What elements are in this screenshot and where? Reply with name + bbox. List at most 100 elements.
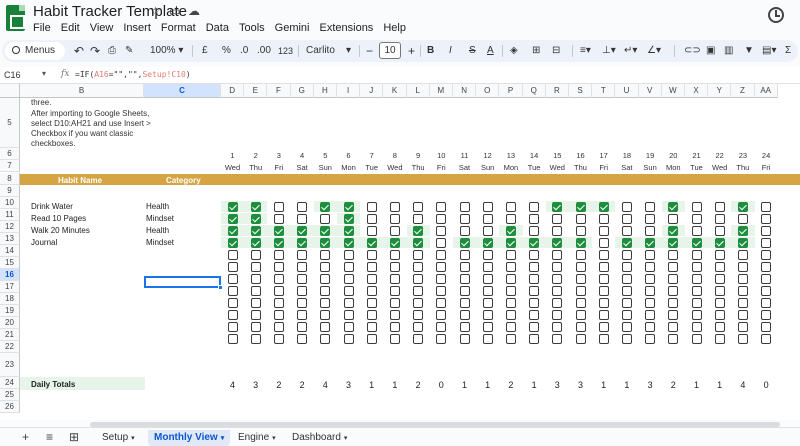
empty-checkbox[interactable] <box>737 262 748 272</box>
row-header-14[interactable]: 14 <box>0 245 20 257</box>
column-header-x[interactable]: X <box>685 84 709 98</box>
empty-checkbox[interactable] <box>552 286 563 296</box>
menu-edit[interactable]: Edit <box>61 22 80 34</box>
empty-checkbox[interactable] <box>436 274 447 284</box>
habit-checkbox[interactable] <box>621 214 632 224</box>
empty-checkbox[interactable] <box>668 274 679 284</box>
decrease-font-size-button[interactable]: − <box>366 44 373 58</box>
habit-checkbox[interactable] <box>459 238 470 248</box>
habit-checkbox[interactable] <box>714 238 725 248</box>
empty-checkbox[interactable] <box>621 334 632 344</box>
column-header-k[interactable]: K <box>383 84 407 98</box>
habit-checkbox[interactable] <box>343 226 354 236</box>
empty-checkbox[interactable] <box>343 286 354 296</box>
column-header-d[interactable]: D <box>221 84 245 98</box>
empty-checkbox[interactable] <box>297 322 308 332</box>
column-header-b[interactable]: B <box>20 84 144 98</box>
empty-checkbox[interactable] <box>320 262 331 272</box>
empty-checkbox[interactable] <box>482 334 493 344</box>
redo-icon[interactable]: ↷ <box>90 44 100 58</box>
empty-checkbox[interactable] <box>413 286 424 296</box>
habit-checkbox[interactable] <box>529 238 540 248</box>
habit-checkbox[interactable] <box>413 202 424 212</box>
sheets-logo-icon[interactable] <box>6 5 25 31</box>
empty-checkbox[interactable] <box>459 322 470 332</box>
row-header-17[interactable]: 17 <box>0 281 20 293</box>
habit-category[interactable]: Mindset <box>146 238 174 247</box>
text-rotation-icon[interactable]: ∠▾ <box>647 44 661 58</box>
empty-checkbox[interactable] <box>529 298 540 308</box>
empty-checkbox[interactable] <box>505 262 516 272</box>
column-header-p[interactable]: P <box>499 84 523 98</box>
empty-checkbox[interactable] <box>482 286 493 296</box>
column-header-h[interactable]: H <box>313 84 337 98</box>
empty-checkbox[interactable] <box>691 298 702 308</box>
habit-checkbox[interactable] <box>227 214 238 224</box>
tab-menu-chevron-icon[interactable]: ▾ <box>221 435 225 442</box>
habit-checkbox[interactable] <box>691 226 702 236</box>
menu-insert[interactable]: Insert <box>123 22 151 34</box>
empty-checkbox[interactable] <box>389 322 400 332</box>
row-header-13[interactable]: 13 <box>0 233 20 245</box>
empty-checkbox[interactable] <box>250 250 261 260</box>
insert-link-icon[interactable]: ⊂⊃ <box>684 44 701 58</box>
habit-checkbox[interactable] <box>482 226 493 236</box>
empty-checkbox[interactable] <box>389 334 400 344</box>
empty-checkbox[interactable] <box>598 322 609 332</box>
empty-checkbox[interactable] <box>645 310 656 320</box>
empty-checkbox[interactable] <box>459 298 470 308</box>
empty-checkbox[interactable] <box>436 250 447 260</box>
empty-checkbox[interactable] <box>320 274 331 284</box>
habit-checkbox[interactable] <box>482 238 493 248</box>
empty-checkbox[interactable] <box>761 274 772 284</box>
empty-checkbox[interactable] <box>459 334 470 344</box>
sheet-tab-monthly-view[interactable]: Monthly View ▾ <box>148 430 231 446</box>
habit-checkbox[interactable] <box>575 202 586 212</box>
habit-checkbox[interactable] <box>389 214 400 224</box>
empty-checkbox[interactable] <box>413 250 424 260</box>
empty-checkbox[interactable] <box>436 286 447 296</box>
empty-checkbox[interactable] <box>645 298 656 308</box>
empty-checkbox[interactable] <box>645 286 656 296</box>
habit-checkbox[interactable] <box>250 214 261 224</box>
menu-data[interactable]: Data <box>206 22 229 34</box>
row-header-26[interactable]: 26 <box>0 401 20 413</box>
empty-checkbox[interactable] <box>273 262 284 272</box>
row-header-23[interactable]: 23 <box>0 353 20 377</box>
empty-checkbox[interactable] <box>389 262 400 272</box>
empty-checkbox[interactable] <box>621 274 632 284</box>
empty-checkbox[interactable] <box>552 334 563 344</box>
habit-checkbox[interactable] <box>645 238 656 248</box>
empty-checkbox[interactable] <box>250 286 261 296</box>
empty-checkbox[interactable] <box>761 322 772 332</box>
habit-checkbox[interactable] <box>621 226 632 236</box>
empty-checkbox[interactable] <box>436 334 447 344</box>
all-sheets-icon[interactable]: ≡ <box>46 430 53 444</box>
empty-checkbox[interactable] <box>668 334 679 344</box>
empty-checkbox[interactable] <box>482 322 493 332</box>
font-dropdown-icon[interactable]: ▾ <box>346 44 351 58</box>
habit-checkbox[interactable] <box>320 202 331 212</box>
empty-checkbox[interactable] <box>714 298 725 308</box>
habit-checkbox[interactable] <box>250 202 261 212</box>
zoom-select[interactable]: 100% ▾ <box>150 44 183 58</box>
empty-checkbox[interactable] <box>737 322 748 332</box>
empty-checkbox[interactable] <box>459 250 470 260</box>
empty-checkbox[interactable] <box>389 298 400 308</box>
empty-checkbox[interactable] <box>413 262 424 272</box>
empty-checkbox[interactable] <box>297 310 308 320</box>
merge-cells-icon[interactable]: ⊟ <box>552 44 560 58</box>
column-header-j[interactable]: J <box>360 84 384 98</box>
habit-checkbox[interactable] <box>621 202 632 212</box>
row-header-11[interactable]: 11 <box>0 209 20 221</box>
habit-checkbox[interactable] <box>227 238 238 248</box>
column-header-q[interactable]: Q <box>522 84 546 98</box>
empty-checkbox[interactable] <box>552 262 563 272</box>
row-header-21[interactable]: 21 <box>0 329 20 341</box>
empty-checkbox[interactable] <box>575 286 586 296</box>
column-header-c[interactable]: C <box>144 84 221 98</box>
habit-checkbox[interactable] <box>436 238 447 248</box>
empty-checkbox[interactable] <box>413 310 424 320</box>
habit-checkbox[interactable] <box>413 226 424 236</box>
empty-checkbox[interactable] <box>575 298 586 308</box>
